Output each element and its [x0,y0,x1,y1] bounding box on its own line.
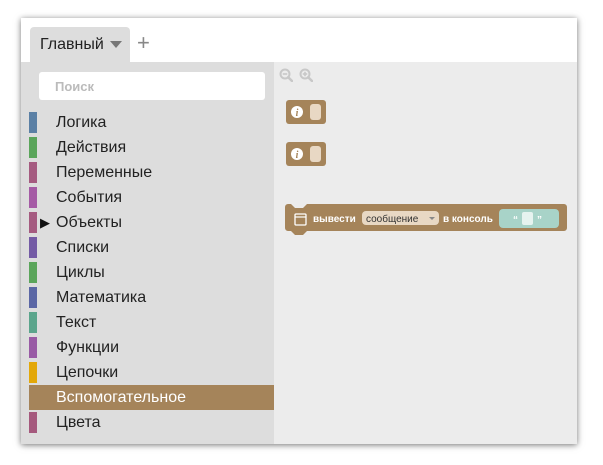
zoom-in-icon[interactable] [299,68,313,82]
log-text-before: вывести [313,214,356,225]
toolbox: Логика Действия Переменные События ▶ Объекты С… [21,62,274,444]
category-color-swatch [29,137,37,158]
log-console-block[interactable]: вывести сообщение в консоль “ ” [285,204,569,238]
category-label: Объекты [56,213,122,231]
category-label: Текст [56,313,97,331]
category-color-swatch [29,312,37,333]
category-item[interactable]: Текст [21,310,274,335]
tab-main[interactable]: Главный [30,27,130,62]
category-color-swatch [29,287,37,308]
category-color-swatch [29,187,37,208]
category-item[interactable]: Переменные [21,160,274,185]
category-color-swatch [29,237,37,258]
zoom-out-icon[interactable] [279,68,293,82]
category-item[interactable]: События [21,185,274,210]
category-label: Математика [56,288,147,306]
search-input[interactable] [39,72,265,100]
text-field[interactable] [522,212,533,225]
log-text-after: в консоль [443,214,493,225]
info-block-2[interactable]: i [286,142,328,168]
category-color-swatch [29,162,37,183]
category-item[interactable]: Логика [21,110,274,135]
category-item[interactable]: Цепочки [21,360,274,385]
category-color-swatch [29,262,37,283]
category-label: Цвета [56,413,101,431]
category-item[interactable]: Списки [21,235,274,260]
svg-text:i: i [296,108,299,119]
category-color-swatch [29,362,37,383]
category-label: Списки [56,238,110,256]
category-color-swatch [29,112,37,133]
category-color-swatch [29,212,37,233]
category-color-swatch [29,412,37,433]
chevron-down-icon[interactable] [109,41,122,48]
tab-bar: Главный + [21,18,577,62]
editor-window: Главный + Логика Действия Переменные Событи… [21,18,577,444]
category-item[interactable]: Вспомогательное [29,385,274,410]
category-item[interactable]: Циклы [21,260,274,285]
workspace[interactable]: i i вывести сообщение в консоль “ ” [274,62,577,444]
category-list: Логика Действия Переменные События ▶ Объекты С… [21,110,274,435]
category-item[interactable]: Действия [21,135,274,160]
tab-main-label: Главный [40,35,104,53]
quote-close: ” [537,215,542,226]
category-label: Логика [56,113,107,131]
info-block-1[interactable]: i [286,100,328,126]
category-label: Переменные [56,163,153,181]
category-item[interactable]: Математика [21,285,274,310]
quote-open: “ [513,215,518,226]
category-item[interactable]: ▶ Объекты [21,210,274,235]
expand-arrow-icon[interactable]: ▶ [40,215,50,231]
category-label: События [56,188,123,206]
category-label: Вспомогательное [56,388,186,406]
category-color-swatch [29,337,37,358]
add-tab-button[interactable]: + [137,32,150,54]
category-label: Цепочки [56,363,119,381]
category-item[interactable]: Цвета [21,410,274,435]
message-dropdown-label: сообщение [366,213,419,225]
category-item[interactable]: Функции [21,335,274,360]
svg-text:i: i [296,150,299,161]
category-label: Функции [56,338,120,356]
category-label: Циклы [56,263,105,281]
category-label: Действия [56,138,127,156]
